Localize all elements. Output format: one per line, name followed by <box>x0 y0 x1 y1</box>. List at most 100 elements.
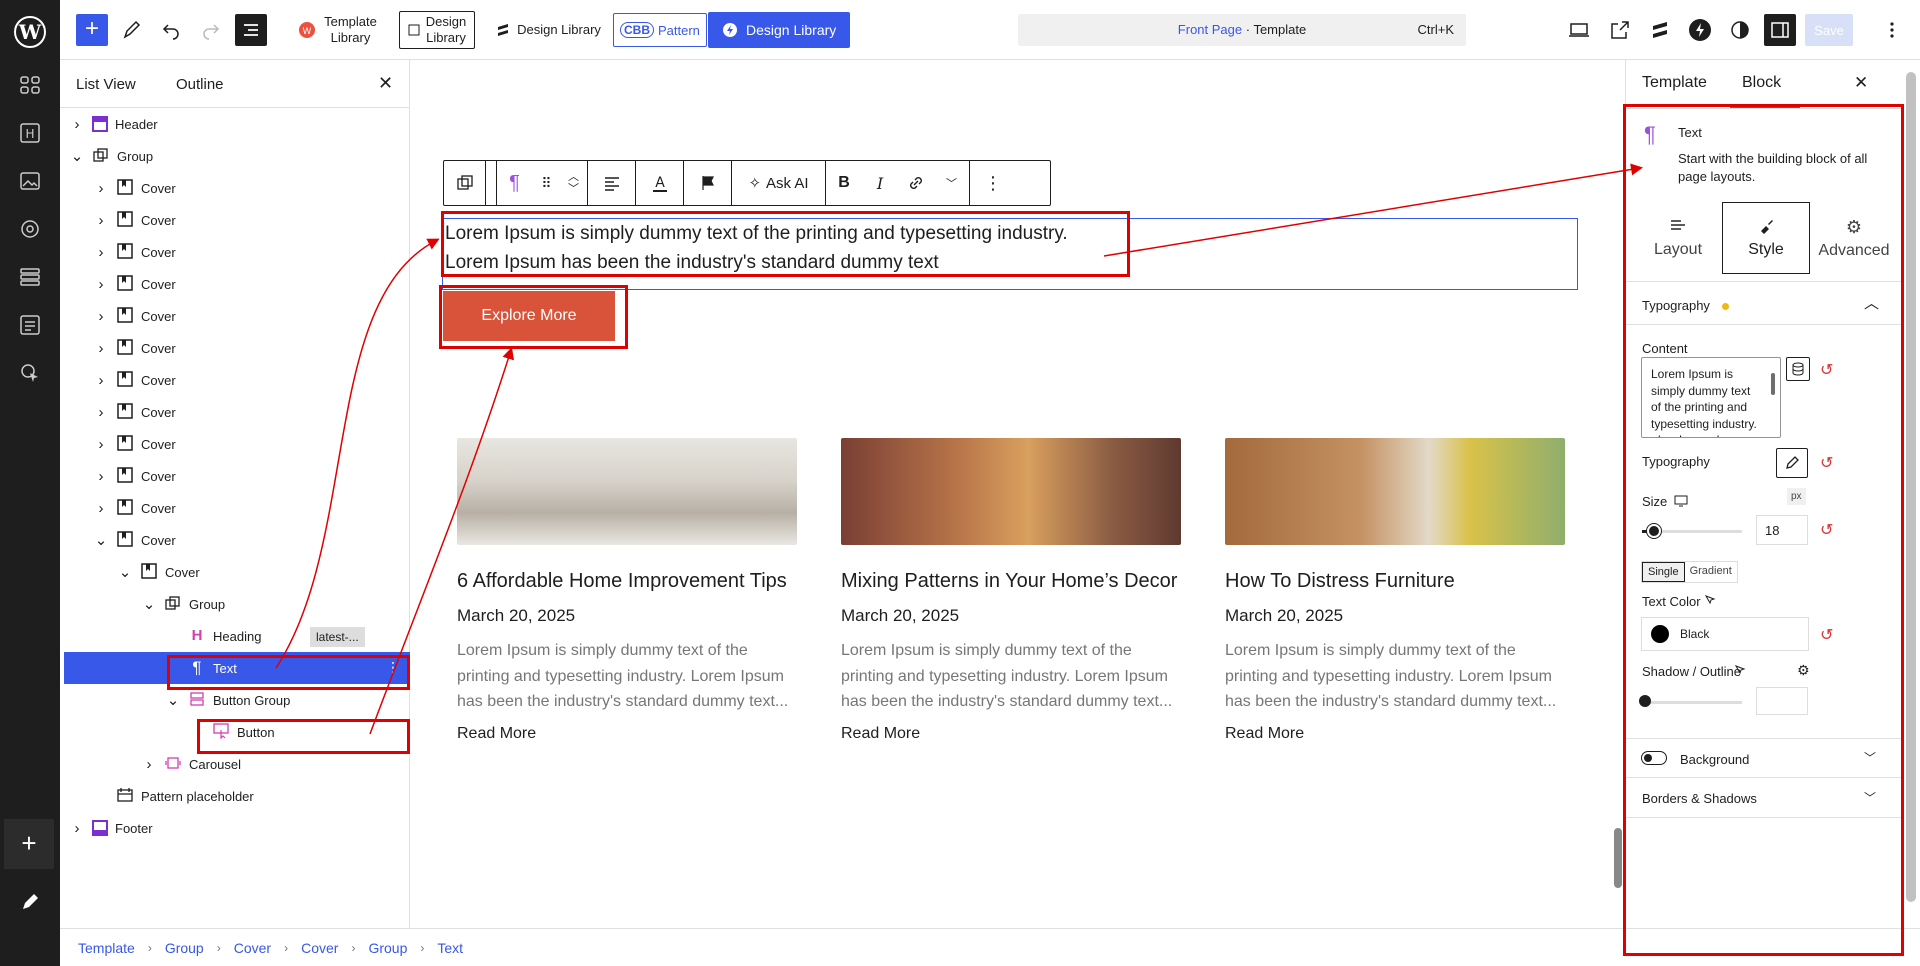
wordpress-logo-icon[interactable]: W <box>10 12 50 52</box>
design-library-blue-button[interactable]: Design Library <box>708 12 851 48</box>
breadcrumb-item[interactable]: Group <box>368 940 407 956</box>
list-view-toggle[interactable] <box>235 14 267 46</box>
link-button[interactable] <box>898 161 934 205</box>
chevron-down-icon[interactable]: ⌄ <box>94 531 108 549</box>
template-library-button[interactable]: W Template Library <box>280 12 395 48</box>
tree-row-footer[interactable]: › Footer <box>60 812 410 844</box>
undo-icon[interactable] <box>159 18 183 42</box>
chevron-right-icon[interactable]: › <box>70 116 84 133</box>
tree-row-cover[interactable]: › Cover <box>60 396 410 428</box>
post-title[interactable]: 6 Affordable Home Improvement Tips <box>457 569 797 594</box>
parent-select-button[interactable] <box>444 161 486 205</box>
bold-button[interactable]: B <box>826 161 862 205</box>
chevron-down-icon[interactable]: ⌄ <box>118 563 132 581</box>
design-library-button[interactable]: Design Library <box>490 12 606 48</box>
tab-list-view[interactable]: List View <box>76 76 136 93</box>
heading-icon[interactable]: H <box>18 121 42 145</box>
chevron-down-icon[interactable]: ⌄ <box>142 595 156 613</box>
ask-ai-button[interactable]: ✧ Ask AI <box>732 161 826 205</box>
external-link-icon[interactable] <box>1608 18 1632 42</box>
align-button[interactable] <box>588 161 636 205</box>
styles-icon[interactable] <box>18 313 42 337</box>
post-image-living-room[interactable] <box>841 438 1181 545</box>
chevron-right-icon[interactable]: › <box>94 276 108 293</box>
tree-row-heading[interactable]: H Heading latest-... <box>60 620 410 652</box>
paragraph-type-button[interactable]: ¶ <box>496 161 532 205</box>
tree-row-cover[interactable]: › Cover <box>60 236 410 268</box>
tree-row-cover[interactable]: › Cover <box>60 492 410 524</box>
tree-row-cover[interactable]: › Cover <box>60 364 410 396</box>
tree-row-cover[interactable]: › Cover <box>60 172 410 204</box>
patterns-icon[interactable] <box>18 265 42 289</box>
close-icon[interactable]: ✕ <box>378 73 393 94</box>
text-color-button[interactable]: A <box>636 161 684 205</box>
contrast-icon[interactable] <box>1728 18 1752 42</box>
block-options-button[interactable]: ⋮ <box>970 161 1016 205</box>
redo-icon[interactable] <box>199 18 223 42</box>
settings-scrollbar[interactable] <box>1902 60 1920 928</box>
post-title[interactable]: Mixing Patterns in Your Home’s Decor <box>841 569 1181 594</box>
read-more-link[interactable]: Read More <box>1225 725 1565 743</box>
close-icon[interactable]: ✕ <box>1854 73 1868 93</box>
stackable-logo-icon[interactable] <box>1648 18 1672 42</box>
settings-icon[interactable] <box>18 217 42 241</box>
chevron-right-icon[interactable]: › <box>94 404 108 421</box>
chevron-right-icon[interactable]: › <box>94 308 108 325</box>
tree-row-header[interactable]: › Header <box>60 108 410 140</box>
options-icon[interactable] <box>1880 18 1904 42</box>
read-more-link[interactable]: Read More <box>841 725 1181 743</box>
desktop-view-icon[interactable] <box>1567 18 1591 42</box>
breadcrumb-item[interactable]: Text <box>437 940 463 956</box>
tab-outline[interactable]: Outline <box>176 76 224 93</box>
drag-handle[interactable]: ⠿ <box>532 161 560 205</box>
chevron-right-icon[interactable]: › <box>94 244 108 261</box>
flag-button[interactable] <box>684 161 732 205</box>
command-palette[interactable]: Front Page · Template Ctrl+K <box>1018 14 1466 46</box>
media-icon[interactable] <box>18 169 42 193</box>
read-more-link[interactable]: Read More <box>457 725 797 743</box>
chevron-right-icon[interactable]: › <box>94 468 108 485</box>
tree-row-pattern-placeholder[interactable]: Pattern placeholder <box>60 780 410 812</box>
canvas-scrollbar[interactable] <box>1614 828 1622 888</box>
chevron-right-icon[interactable]: › <box>94 340 108 357</box>
tree-row-cover[interactable]: ⌄ Cover <box>60 524 410 556</box>
chevron-right-icon[interactable]: › <box>94 500 108 517</box>
breadcrumb-item[interactable]: Template <box>78 940 135 956</box>
italic-button[interactable]: I <box>862 161 898 205</box>
breadcrumb-item[interactable]: Cover <box>234 940 271 956</box>
tree-row-cover[interactable]: › Cover <box>60 300 410 332</box>
more-formats-button[interactable]: ﹀ <box>934 161 970 205</box>
tree-row-group[interactable]: ⌄ Group <box>60 140 410 172</box>
add-block-button[interactable]: + <box>76 14 108 46</box>
dashboard-icon[interactable] <box>18 73 42 97</box>
tree-row-cover[interactable]: › Cover <box>60 428 410 460</box>
save-button[interactable]: Save <box>1805 14 1853 46</box>
tree-row-cover[interactable]: › Cover <box>60 268 410 300</box>
chevron-right-icon[interactable]: › <box>94 436 108 453</box>
breadcrumb-item[interactable]: Cover <box>301 940 338 956</box>
post-title[interactable]: How To Distress Furniture <box>1225 569 1565 594</box>
tree-row-cover[interactable]: › Cover <box>60 332 410 364</box>
design-library-boxed-button[interactable]: Design Library <box>385 11 489 49</box>
chevron-right-icon[interactable]: › <box>70 820 84 837</box>
breadcrumb-item[interactable]: Group <box>165 940 204 956</box>
post-image-kitchen[interactable] <box>457 438 797 545</box>
tree-row-group[interactable]: ⌄ Group <box>60 588 410 620</box>
pencil-icon[interactable] <box>120 18 144 42</box>
chevron-right-icon[interactable]: › <box>94 372 108 389</box>
move-up-down[interactable]: ︿ ﹀ <box>560 161 588 205</box>
tree-row-cover[interactable]: › Cover <box>60 204 410 236</box>
cbb-pattern-button[interactable]: CBB Pattern <box>613 13 707 47</box>
add-block-icon[interactable]: + <box>4 819 54 869</box>
edit-icon[interactable] <box>18 890 42 914</box>
tree-row-cover[interactable]: ⌄ Cover <box>60 556 410 588</box>
chevron-right-icon[interactable]: › <box>94 180 108 197</box>
cursor-icon[interactable] <box>18 361 42 385</box>
settings-toggle[interactable] <box>1764 14 1796 46</box>
tab-block[interactable]: Block <box>1742 74 1781 92</box>
post-image-sofa[interactable] <box>1225 438 1565 545</box>
tree-row-cover[interactable]: › Cover <box>60 460 410 492</box>
bolt-icon[interactable] <box>1688 18 1712 42</box>
chevron-down-icon[interactable]: ⌄ <box>70 147 84 165</box>
tab-template[interactable]: Template <box>1642 74 1707 92</box>
